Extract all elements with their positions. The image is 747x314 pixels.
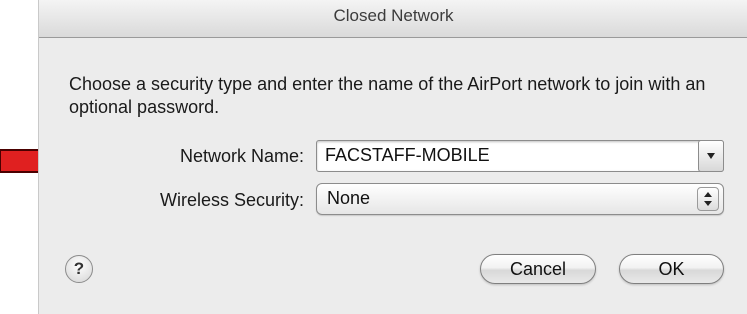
up-down-arrows-icon — [704, 192, 712, 206]
title-bar[interactable]: Closed Network — [39, 0, 747, 38]
popup-stepper — [697, 187, 719, 211]
cancel-button[interactable]: Cancel — [480, 254, 596, 284]
help-button[interactable]: ? — [65, 255, 93, 283]
network-name-label: Network Name: — [179, 146, 304, 166]
wireless-security-popup[interactable]: None — [316, 183, 724, 215]
closed-network-dialog: Closed Network Choose a security type an… — [38, 0, 747, 314]
wireless-security-label: Wireless Security: — [159, 190, 304, 210]
ok-button[interactable]: OK — [619, 254, 724, 284]
network-name-value[interactable]: FACSTAFF-MOBILE — [325, 145, 490, 166]
network-dropdown-button[interactable] — [698, 140, 724, 172]
screenshot-stage: Closed Network Choose a security type an… — [0, 0, 747, 314]
chevron-down-icon — [707, 153, 715, 159]
dialog-title: Closed Network — [333, 6, 454, 25]
dialog-message: Choose a security type and enter the nam… — [69, 74, 706, 117]
wireless-security-value: None — [327, 188, 371, 208]
network-name-combobox[interactable]: FACSTAFF-MOBILE — [316, 140, 724, 172]
